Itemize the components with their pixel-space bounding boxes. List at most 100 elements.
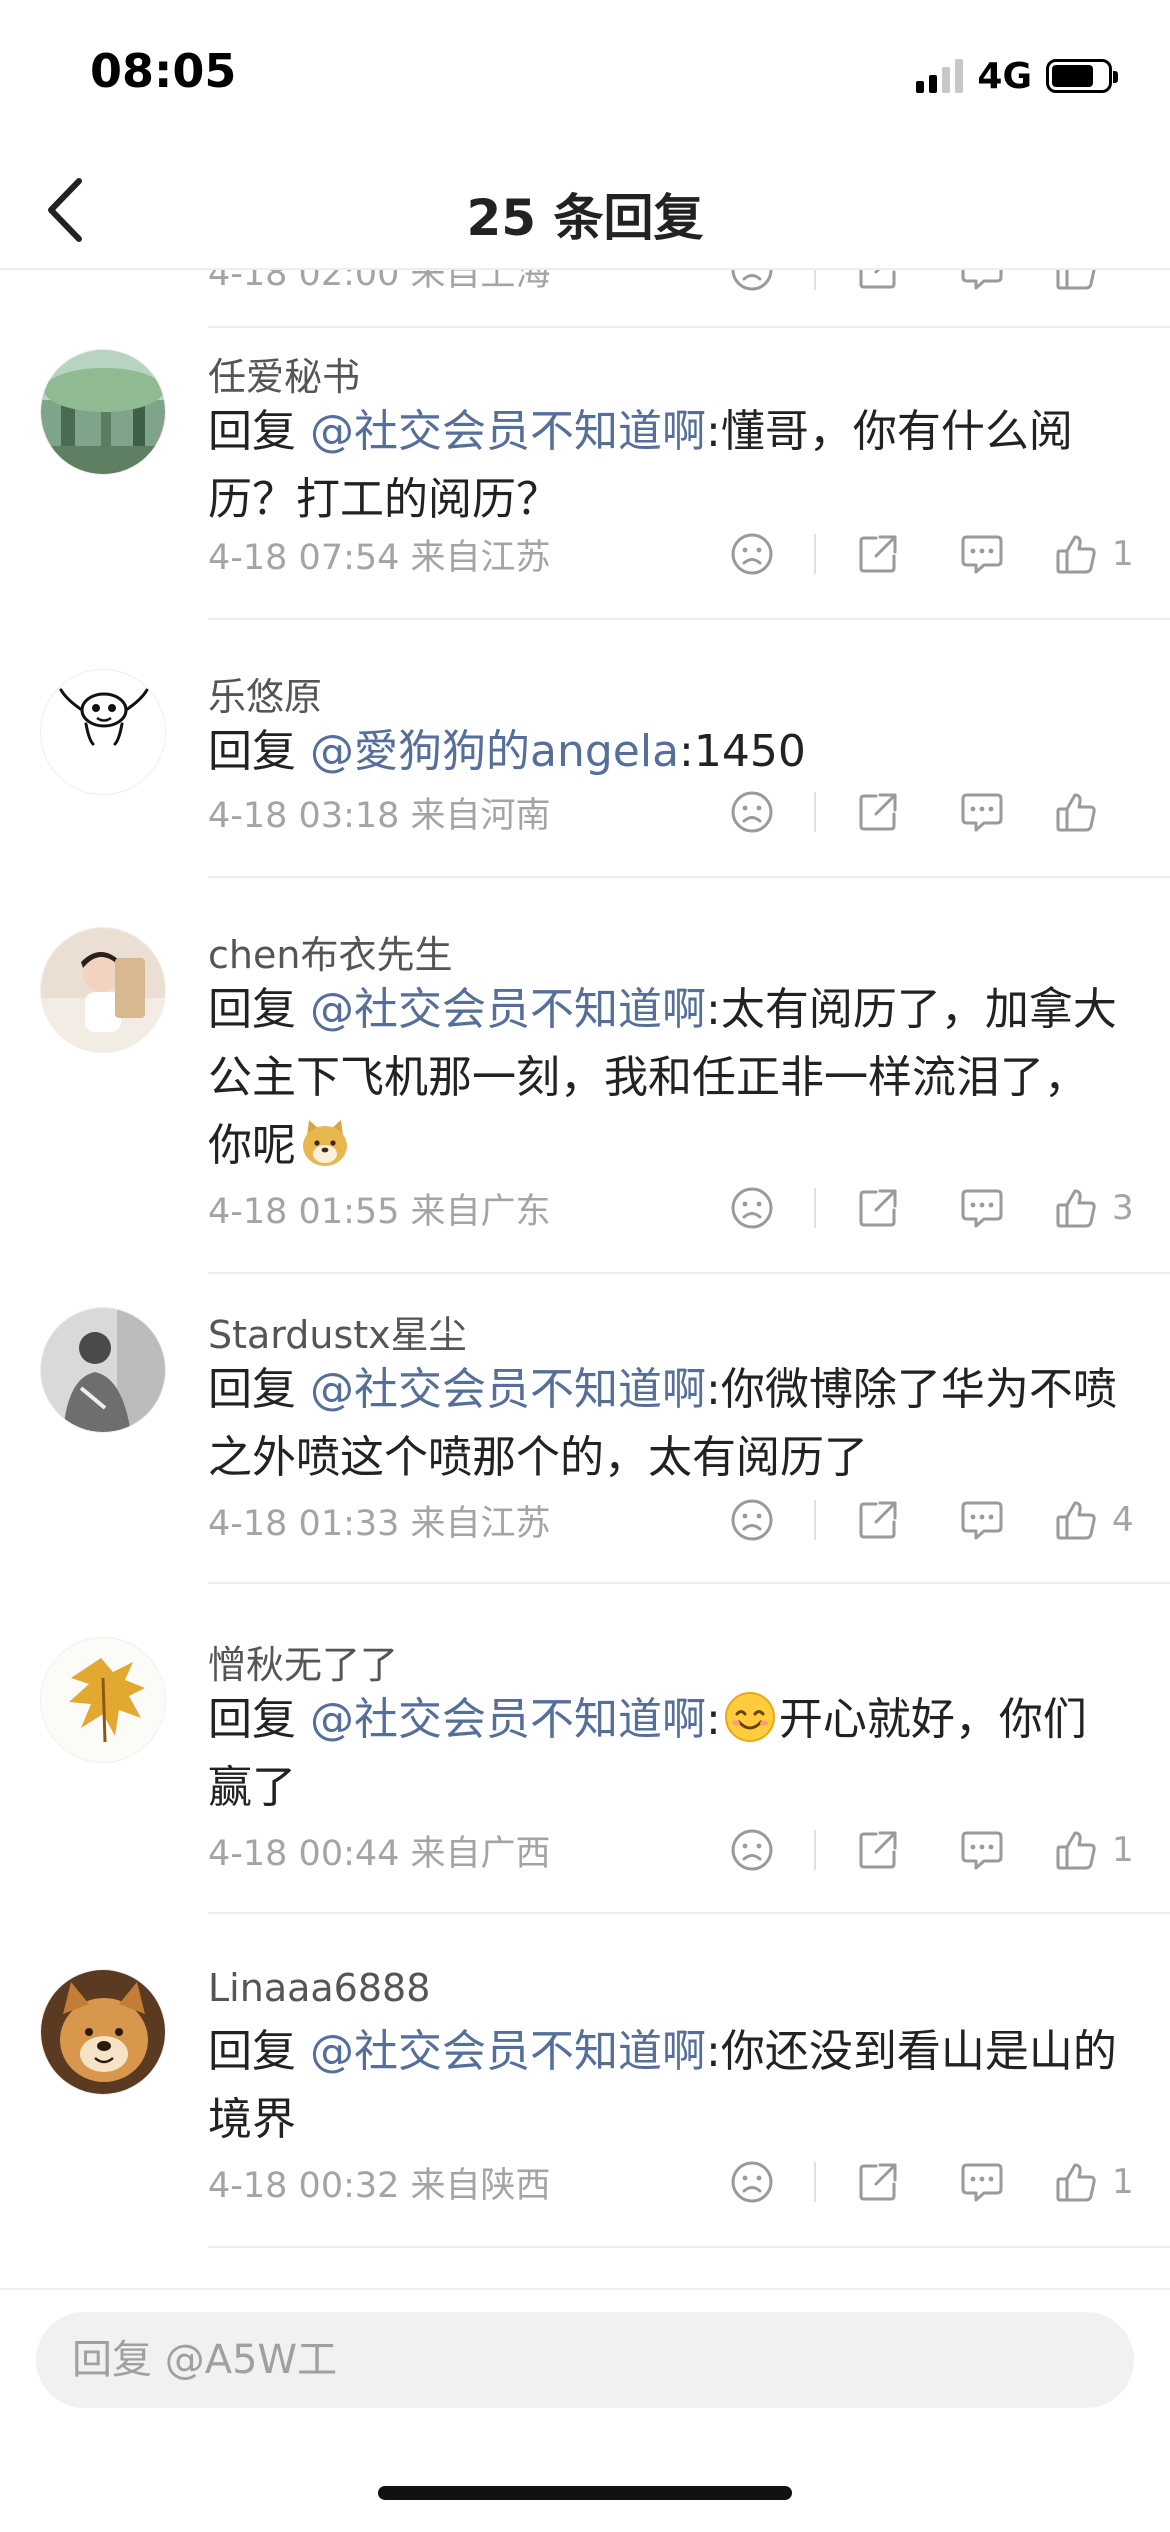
like-button[interactable] — [1034, 782, 1170, 842]
mention-link[interactable]: @社交会员不知道啊 — [310, 406, 706, 457]
avatar[interactable] — [40, 349, 166, 475]
share-icon — [859, 2163, 897, 2201]
divider — [208, 618, 1170, 620]
dislike-button[interactable] — [700, 1820, 804, 1880]
thumbs-up-icon — [1056, 1189, 1096, 1228]
list-item-partial: 4-18 02:00 来自上海 — [0, 270, 1170, 320]
divider — [208, 1272, 1170, 1274]
username[interactable]: Stardustx星尘 — [208, 1304, 467, 1359]
like-button[interactable]: 1 — [1034, 2152, 1170, 2212]
thumbs-up-icon — [1056, 1831, 1096, 1870]
avatar[interactable] — [40, 1969, 166, 2095]
username[interactable]: Linaaa6888 — [208, 1966, 430, 2010]
share-icon — [859, 535, 897, 573]
like-count: 3 — [1112, 1188, 1134, 1228]
like-button[interactable]: 1 — [1034, 1820, 1170, 1880]
list-item[interactable]: 任爱秘书 回复 @社交会员不知道啊:懂哥，你有什么阅历？打工的阅历？ 4-18 … — [0, 349, 1170, 620]
share-button[interactable] — [826, 782, 930, 842]
list-item[interactable]: Linaaa6888 回复 @社交会员不知道啊:你还没到看山是山的境界 4-18… — [0, 1966, 1170, 2248]
dislike-button[interactable] — [700, 1490, 804, 1550]
like-button[interactable]: 1 — [1034, 524, 1170, 584]
share-button[interactable] — [826, 1490, 930, 1550]
dislike-button[interactable] — [700, 2152, 804, 2212]
like-count: 4 — [1112, 1500, 1134, 1540]
mention-link[interactable]: @社交会员不知道啊 — [310, 2026, 706, 2077]
list-item[interactable]: Stardustx星尘 回复 @社交会员不知道啊:你微博除了华为不喷之外喷这个喷… — [0, 1307, 1170, 1584]
home-indicator — [378, 2486, 792, 2500]
comment-text: 回复 @社交会员不知道啊:你还没到看山是山的境界 — [208, 2026, 1117, 2145]
reply-bar — [0, 2288, 1170, 2532]
dislike-button[interactable] — [700, 270, 804, 300]
like-button[interactable]: 3 — [1034, 1178, 1170, 1238]
comment-meta: 4-18 01:55 来自广东 — [208, 1191, 551, 1232]
list-item[interactable]: 乐悠原 回复 @愛狗狗的angela:1450 4-18 03:18 来自河南 — [0, 669, 1170, 890]
dislike-button[interactable] — [700, 1178, 804, 1238]
reply-input[interactable] — [36, 2312, 1134, 2408]
comment-icon — [961, 1501, 1003, 1540]
share-button[interactable] — [826, 1820, 930, 1880]
like-count: 1 — [1112, 534, 1134, 574]
thumbs-up-icon — [1056, 793, 1096, 832]
dislike-button[interactable] — [700, 782, 804, 842]
frown-icon — [731, 270, 773, 291]
mention-link[interactable]: @愛狗狗的angela — [310, 726, 679, 777]
comment-button[interactable] — [930, 1820, 1034, 1880]
like-button[interactable] — [1034, 270, 1170, 300]
doge-emoji — [298, 1116, 352, 1170]
battery-icon — [1046, 59, 1118, 93]
comment-text: 回复 @社交会员不知道啊: 开心就好，你们赢了 — [208, 1686, 1128, 1822]
avatar[interactable] — [40, 927, 166, 1053]
comment-icon — [961, 1189, 1003, 1228]
comment-meta: 4-18 02:00 来自上海 — [208, 270, 551, 294]
username[interactable]: 乐悠原 — [208, 666, 322, 721]
thumbs-up-icon — [1056, 2163, 1096, 2202]
share-icon — [859, 1831, 897, 1869]
dislike-button[interactable] — [700, 524, 804, 584]
comment-text: 回复 @社交会员不知道啊:你微博除了华为不喷之外喷这个喷那个的，太有阅历了 — [208, 1364, 1117, 1483]
avatar[interactable] — [40, 1637, 166, 1763]
comment-button[interactable] — [930, 524, 1034, 584]
mention-link[interactable]: @社交会员不知道啊 — [310, 984, 706, 1035]
share-button[interactable] — [826, 524, 930, 584]
comment-button[interactable] — [930, 2152, 1034, 2212]
comment-button[interactable] — [930, 1178, 1034, 1238]
share-button[interactable] — [826, 2152, 930, 2212]
frown-icon — [731, 1829, 773, 1871]
comment-text: 回复 @社交会员不知道啊:懂哥，你有什么阅历？打工的阅历？ — [208, 406, 1073, 525]
smile-emoji — [723, 1690, 777, 1744]
thumbs-up-icon — [1056, 535, 1096, 574]
mention-link[interactable]: @社交会员不知道啊 — [310, 1694, 706, 1745]
comment-icon — [961, 793, 1003, 832]
frown-icon — [731, 2161, 773, 2203]
avatar[interactable] — [40, 1307, 166, 1433]
like-button[interactable]: 4 — [1034, 1490, 1170, 1550]
list-item[interactable]: 憎秋无了了 回复 @社交会员不知道啊: 开心就好，你们赢了 4-18 00:44 … — [0, 1637, 1170, 1914]
share-icon — [859, 1501, 897, 1539]
username[interactable]: chen布衣先生 — [208, 924, 452, 979]
nav-bar: 25 条回复 — [0, 150, 1170, 270]
frown-icon — [731, 791, 773, 833]
reply-list[interactable]: 4-18 02:00 来自上海 任爱秘书 回复 @社交会员不知道啊:懂哥，你有什… — [0, 270, 1170, 2290]
comment-button[interactable] — [930, 270, 1034, 300]
comment-meta: 4-18 01:33 来自江苏 — [208, 1503, 551, 1544]
avatar[interactable] — [40, 669, 166, 795]
comment-text: 回复 @社交会员不知道啊:太有阅历了，加拿大公主下飞机那一刻，我和任正非一样流泪… — [208, 984, 1117, 1171]
share-button[interactable] — [826, 270, 930, 300]
divider — [208, 876, 1170, 878]
comment-meta: 4-18 00:44 来自广西 — [208, 1833, 551, 1874]
divider — [208, 2246, 1170, 2248]
username[interactable]: 任爱秘书 — [208, 346, 360, 401]
network-type: 4G — [977, 55, 1032, 97]
comment-button[interactable] — [930, 1490, 1034, 1550]
share-icon — [859, 793, 897, 831]
list-item[interactable]: chen布衣先生 回复 @社交会员不知道啊:太有阅历了，加拿大公主下飞机那一刻，… — [0, 927, 1170, 1274]
comment-meta: 4-18 00:32 来自陕西 — [208, 2165, 551, 2206]
comment-icon — [961, 2163, 1003, 2202]
comment-button[interactable] — [930, 782, 1034, 842]
username[interactable]: 憎秋无了了 — [208, 1634, 398, 1689]
thumbs-up-icon — [1056, 1501, 1096, 1540]
mention-link[interactable]: @社交会员不知道啊 — [310, 1364, 706, 1415]
status-indicators: 4G — [916, 54, 1118, 98]
divider — [208, 1912, 1170, 1914]
share-button[interactable] — [826, 1178, 930, 1238]
